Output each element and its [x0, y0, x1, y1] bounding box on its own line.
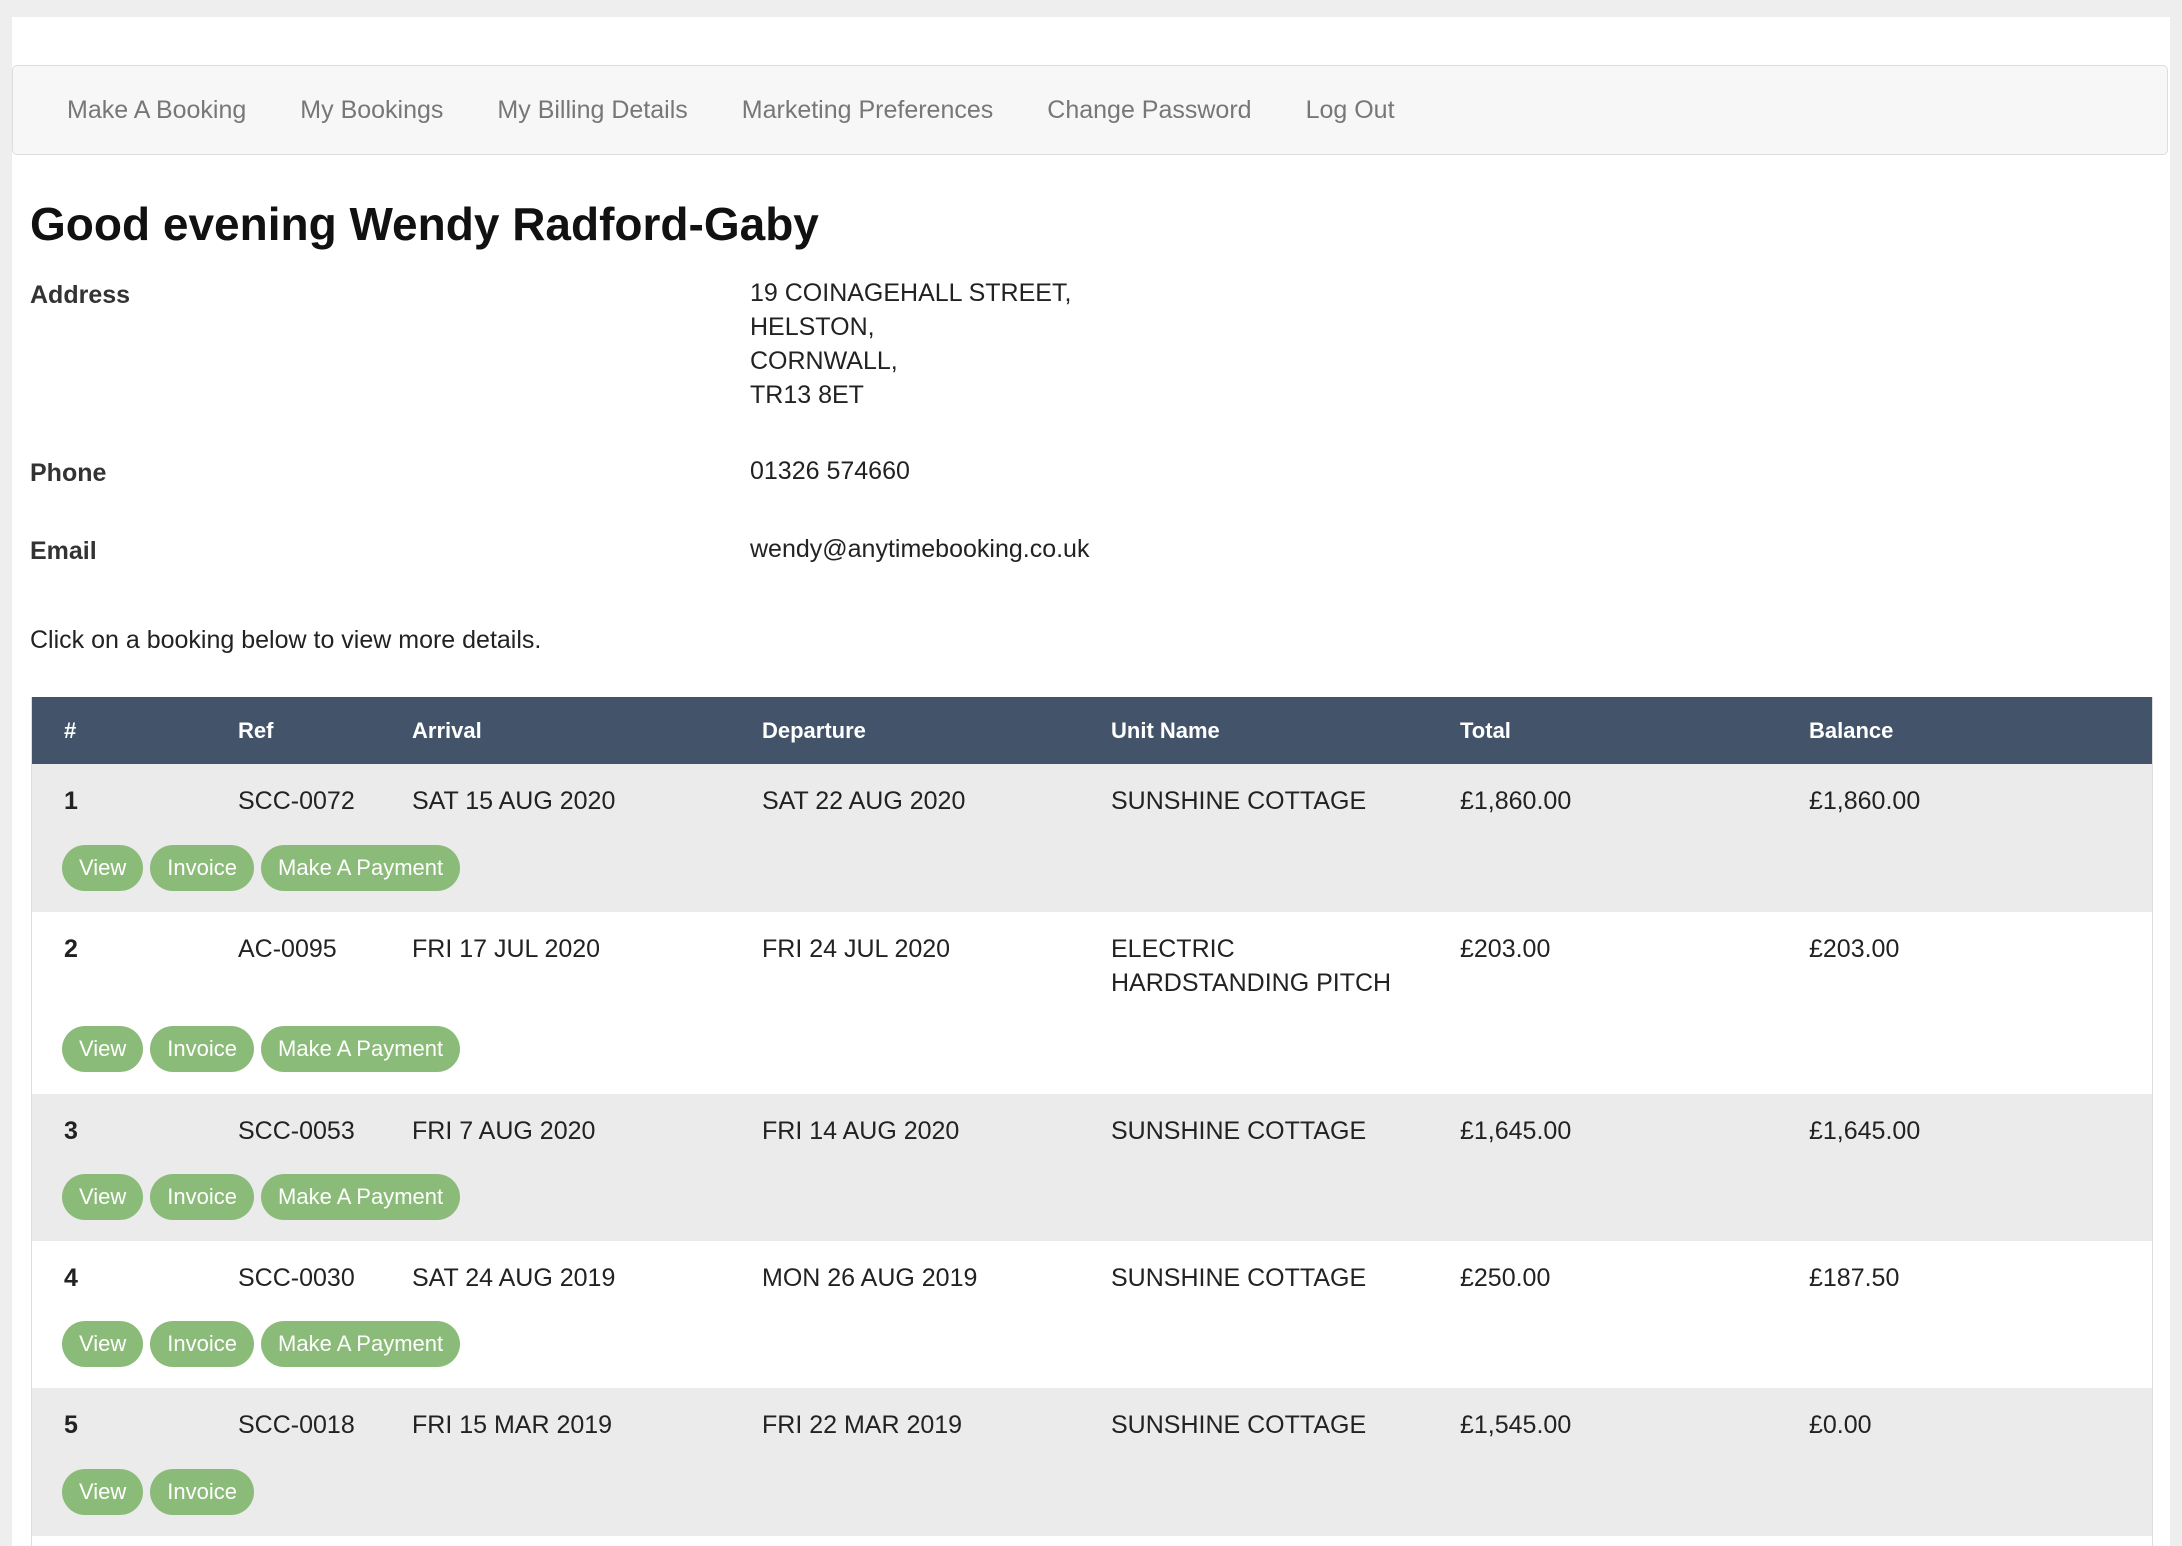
- row-ref: SCC-0053: [238, 1117, 355, 1145]
- row-number: 3: [64, 1117, 78, 1145]
- invoice-button[interactable]: Invoice: [150, 1174, 255, 1220]
- row-actions: View Invoice Make A Payment: [62, 1174, 467, 1220]
- row-number: 1: [64, 787, 78, 815]
- view-button[interactable]: View: [62, 1026, 144, 1072]
- row-number: 5: [64, 1411, 78, 1439]
- bookings-hint: Click on a booking below to view more de…: [30, 626, 542, 654]
- row-total: £1,545.00: [1460, 1411, 1572, 1439]
- row-total: £203.00: [1460, 935, 1551, 963]
- row-departure: MON 26 AUG 2019: [762, 1264, 978, 1292]
- table-header: # Ref Arrival Departure Unit Name Total …: [32, 697, 2152, 764]
- nav-my-bookings[interactable]: My Bookings: [300, 96, 443, 125]
- phone-value: 01326 574660: [750, 457, 910, 485]
- header-total: Total: [1460, 718, 1511, 743]
- row-ref: AC-0095: [238, 935, 337, 963]
- header-arrival: Arrival: [412, 718, 482, 743]
- email-value: wendy@anytimebooking.co.uk: [750, 535, 1090, 563]
- row-arrival: FRI 15 MAR 2019: [412, 1411, 613, 1439]
- view-button[interactable]: View: [62, 1321, 144, 1367]
- row-actions: View Invoice Make A Payment: [62, 1026, 467, 1072]
- header-ref: Ref: [238, 718, 274, 743]
- page-title: Good evening Wendy Radford-Gaby: [30, 198, 819, 250]
- invoice-button[interactable]: Invoice: [150, 1321, 255, 1367]
- address-line-4: TR13 8ET: [750, 381, 864, 409]
- table-row-partial: [32, 1536, 2152, 1546]
- row-unit-name: SUNSHINE COTTAGE: [1111, 1117, 1367, 1145]
- row-ref: SCC-0030: [238, 1264, 355, 1292]
- row-unit-name: SUNSHINE COTTAGE: [1111, 1264, 1367, 1292]
- row-unit-name: ELECTRIC HARDSTANDING PITCH: [1111, 935, 1392, 997]
- row-departure: SAT 22 AUG 2020: [762, 787, 966, 815]
- row-departure: FRI 24 JUL 2020: [762, 935, 951, 963]
- row-balance: £1,645.00: [1809, 1117, 1921, 1145]
- row-arrival: FRI 17 JUL 2020: [412, 935, 601, 963]
- row-actions: View Invoice: [62, 1469, 261, 1515]
- header-balance: Balance: [1809, 718, 1894, 743]
- address-label: Address: [30, 281, 131, 309]
- make-payment-button[interactable]: Make A Payment: [261, 1026, 461, 1072]
- top-navbar: Make A Booking My Bookings My Billing De…: [12, 65, 2168, 155]
- row-arrival: FRI 7 AUG 2020: [412, 1117, 596, 1145]
- address-value: 19 COINAGEHALL STREET, HELSTON, CORNWALL…: [750, 276, 1071, 412]
- row-departure: FRI 14 AUG 2020: [762, 1117, 960, 1145]
- bookings-table: # Ref Arrival Departure Unit Name Total …: [31, 697, 2153, 1546]
- table-row[interactable]: 5 SCC-0018 FRI 15 MAR 2019 FRI 22 MAR 20…: [32, 1388, 2152, 1536]
- make-payment-button[interactable]: Make A Payment: [261, 1174, 461, 1220]
- make-payment-button[interactable]: Make A Payment: [261, 1321, 461, 1367]
- row-balance: £0.00: [1809, 1411, 1872, 1439]
- row-balance: £1,860.00: [1809, 787, 1921, 815]
- row-number: 4: [64, 1264, 78, 1292]
- invoice-button[interactable]: Invoice: [150, 1026, 255, 1072]
- invoice-button[interactable]: Invoice: [150, 845, 255, 891]
- address-line-2: HELSTON,: [750, 313, 875, 341]
- nav-make-a-booking[interactable]: Make A Booking: [67, 96, 246, 125]
- row-total: £1,645.00: [1460, 1117, 1572, 1145]
- header-departure: Departure: [762, 718, 866, 743]
- row-unit-name: SUNSHINE COTTAGE: [1111, 1411, 1367, 1439]
- row-arrival: SAT 15 AUG 2020: [412, 787, 616, 815]
- view-button[interactable]: View: [62, 1174, 144, 1220]
- phone-label: Phone: [30, 459, 107, 487]
- view-button[interactable]: View: [62, 845, 144, 891]
- row-total: £250.00: [1460, 1264, 1551, 1292]
- row-number: 2: [64, 935, 78, 963]
- table-row[interactable]: 4 SCC-0030 SAT 24 AUG 2019 MON 26 AUG 20…: [32, 1241, 2152, 1388]
- row-arrival: SAT 24 AUG 2019: [412, 1264, 616, 1292]
- header-number: #: [64, 718, 77, 743]
- table-row[interactable]: 3 SCC-0053 FRI 7 AUG 2020 FRI 14 AUG 202…: [32, 1094, 2152, 1241]
- header-unit-name: Unit Name: [1111, 718, 1220, 743]
- row-actions: View Invoice Make A Payment: [62, 845, 467, 891]
- nav-my-billing-details[interactable]: My Billing Details: [497, 96, 687, 125]
- page: Make A Booking My Bookings My Billing De…: [12, 17, 2170, 1546]
- address-line-1: 19 COINAGEHALL STREET,: [750, 279, 1072, 307]
- email-label: Email: [30, 537, 97, 565]
- row-balance: £187.50: [1809, 1264, 1900, 1292]
- view-button[interactable]: View: [62, 1469, 144, 1515]
- invoice-button[interactable]: Invoice: [150, 1469, 255, 1515]
- row-unit-name: SUNSHINE COTTAGE: [1111, 787, 1367, 815]
- row-total: £1,860.00: [1460, 787, 1572, 815]
- row-balance: £203.00: [1809, 935, 1900, 963]
- address-line-3: CORNWALL,: [750, 347, 898, 375]
- table-row[interactable]: 2 AC-0095 FRI 17 JUL 2020 FRI 24 JUL 202…: [32, 912, 2152, 1094]
- row-ref: SCC-0072: [238, 787, 355, 815]
- row-departure: FRI 22 MAR 2019: [762, 1411, 963, 1439]
- nav-log-out[interactable]: Log Out: [1306, 96, 1395, 125]
- nav-change-password[interactable]: Change Password: [1047, 96, 1251, 125]
- row-actions: View Invoice Make A Payment: [62, 1321, 467, 1367]
- row-ref: SCC-0018: [238, 1411, 355, 1439]
- nav-marketing-preferences[interactable]: Marketing Preferences: [742, 96, 994, 125]
- table-row[interactable]: 1 SCC-0072 SAT 15 AUG 2020 SAT 22 AUG 20…: [32, 764, 2152, 912]
- make-payment-button[interactable]: Make A Payment: [261, 845, 461, 891]
